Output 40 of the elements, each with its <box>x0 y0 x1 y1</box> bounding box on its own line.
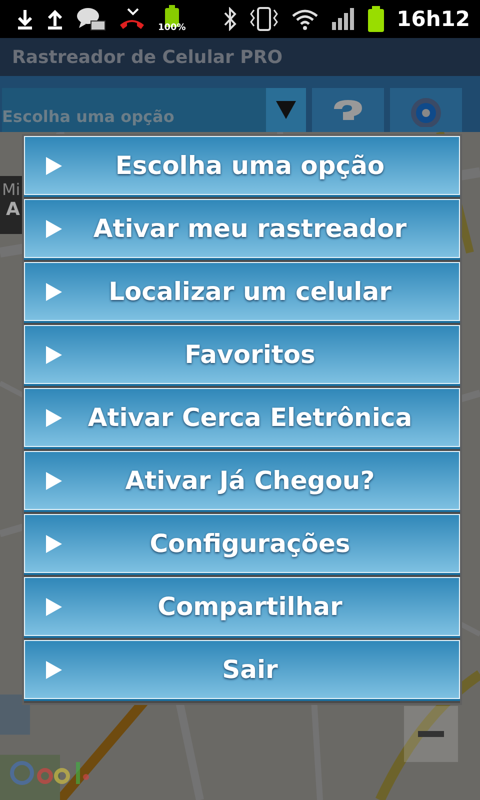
play-arrow-icon <box>46 534 62 552</box>
menu-item[interactable]: Ativar Já Chegou? <box>24 451 460 512</box>
wifi-icon <box>290 7 319 31</box>
menu-item[interactable]: Compartilhar <box>24 577 460 638</box>
bluetooth-icon <box>222 7 237 31</box>
option-dropdown[interactable]: Escolha uma opção <box>2 88 306 132</box>
download-icon <box>16 8 34 30</box>
zoom-out-button[interactable] <box>404 706 458 762</box>
play-arrow-icon <box>46 472 62 490</box>
settings-button[interactable] <box>390 88 462 132</box>
play-arrow-icon <box>46 408 62 426</box>
dropdown-arrow-icon <box>276 101 296 119</box>
vibrate-icon <box>248 6 279 32</box>
menu-item[interactable]: Escolha uma opção <box>24 136 460 197</box>
play-arrow-icon <box>46 220 62 238</box>
play-arrow-icon <box>46 660 62 678</box>
missed-call-icon <box>118 7 146 31</box>
help-icon <box>334 100 362 120</box>
play-arrow-icon <box>46 282 62 300</box>
map-logo-icon <box>10 760 90 786</box>
voicemail-icon <box>76 6 106 32</box>
signal-icon <box>330 7 355 31</box>
battery-percent: 100% <box>158 23 186 33</box>
battery-icon <box>366 6 385 32</box>
app-title: Rastreador de Celular PRO <box>12 46 283 68</box>
minus-icon <box>418 731 444 737</box>
play-arrow-icon <box>46 598 62 616</box>
menu-item[interactable]: Favoritos <box>24 325 460 386</box>
menu-item[interactable]: Ativar meu rastreador <box>24 199 460 260</box>
help-button[interactable] <box>312 88 384 132</box>
menu-item[interactable]: Sair <box>24 640 460 701</box>
menu-item[interactable]: Ativar Cerca Eletrônica <box>24 388 460 449</box>
menu-item[interactable]: Configurações <box>24 514 460 575</box>
upload-icon <box>46 8 64 30</box>
menu-item[interactable]: Localizar um celular <box>24 262 460 323</box>
play-arrow-icon <box>46 156 62 174</box>
info-text: Mi <box>2 180 22 199</box>
info-text: A <box>6 199 20 220</box>
play-arrow-icon <box>46 346 62 364</box>
clock: 16h12 <box>396 7 470 31</box>
